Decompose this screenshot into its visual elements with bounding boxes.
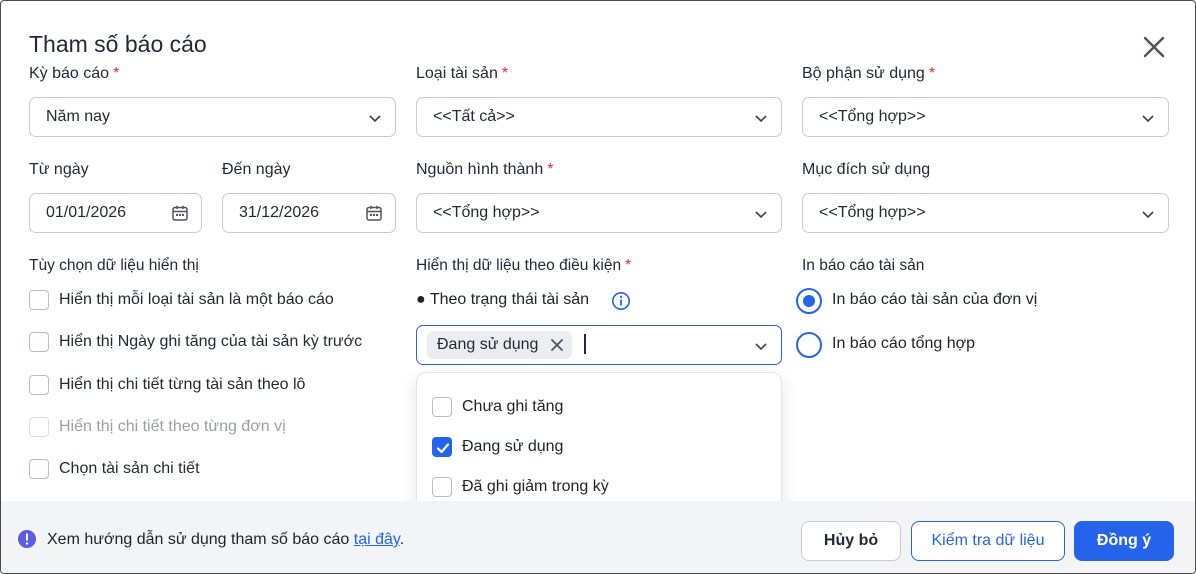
option-label: Hiển thị chi tiết theo từng đơn vị [59,418,286,435]
checkbox[interactable] [29,290,49,310]
calendar-icon[interactable] [365,204,383,222]
purpose-label: Mục đích sử dụng [802,161,931,178]
status-dropdown: Chưa ghi tăng Đang sử dụng Đã ghi giảm t… [416,372,782,522]
radio-button[interactable] [796,332,822,358]
status-condition-label: ● Theo trạng thái tài sản [416,291,590,308]
help-info-icon [18,530,36,548]
chip-label: Đang sử dụng [437,336,539,353]
checkbox[interactable] [29,459,49,479]
option-label: Đang sử dụng [462,438,564,455]
checkbox[interactable] [29,375,49,395]
department-label: Bộ phận sử dụng * [802,65,936,82]
ok-button[interactable]: Đồng ý [1074,521,1174,561]
period-select[interactable]: Năm nay [29,97,396,137]
period-label: Kỳ báo cáo * [29,65,120,82]
option-label: Chưa ghi tăng [462,398,564,415]
radio-button[interactable] [796,288,822,314]
dialog-title: Tham số báo cáo [29,31,207,57]
option-label: Hiển thị chi tiết từng tài sản theo lô [59,376,306,393]
check-data-button[interactable]: Kiểm tra dữ liệu [911,521,1065,561]
department-select[interactable]: <<Tổng hợp>> [802,97,1169,137]
chevron-down-icon [755,211,767,219]
option-label: Hiển thị mỗi loại tài sản là một báo cáo [59,291,334,308]
checkbox[interactable] [29,332,49,352]
check-icon [436,443,450,454]
chevron-down-icon [755,115,767,123]
to-date-field[interactable]: 31/12/2026 [222,193,396,233]
checkbox [29,417,49,437]
purpose-select[interactable]: <<Tổng hợp>> [802,193,1169,233]
status-multiselect[interactable]: Đang sử dụng [416,325,782,365]
chevron-down-icon[interactable] [753,338,769,354]
selected-chip: Đang sử dụng [427,331,573,359]
calendar-icon[interactable] [171,204,189,222]
source-label: Nguồn hình thành * [416,161,554,178]
report-params-dialog: Tham số báo cáo Kỳ báo cáo * Năm nay Loại… [0,0,1196,574]
print-label: In báo cáo tài sản [802,257,925,274]
radio-label: In báo cáo tài sản của đơn vị [832,291,1038,308]
info-icon[interactable] [611,291,631,311]
checkbox[interactable] [432,397,452,417]
option-label: Đã ghi giảm trong kỳ [462,478,609,495]
purpose-value: <<Tổng hợp>> [819,204,926,221]
dialog-footer: Xem hướng dẫn sử dụng tham số báo cáo tạ… [1,501,1195,573]
condition-label: Hiển thị dữ liệu theo điều kiện * [416,257,632,274]
source-value: <<Tổng hợp>> [433,204,540,221]
radio-label: In báo cáo tổng hợp [832,335,976,352]
remove-chip-icon[interactable] [550,338,564,352]
cancel-button[interactable]: Hủy bỏ [801,521,901,561]
asset-type-label: Loại tài sản * [416,65,509,82]
asset-type-select[interactable]: <<Tất cả>> [416,97,782,137]
text-caret [584,334,586,354]
option-label: Chọn tài sản chi tiết [59,460,200,477]
chevron-down-icon [1142,211,1154,219]
asset-type-value: <<Tất cả>> [433,108,515,125]
checkbox[interactable] [432,477,452,497]
source-select[interactable]: <<Tổng hợp>> [416,193,782,233]
from-date-value: 01/01/2026 [46,204,127,221]
to-date-value: 31/12/2026 [239,204,320,221]
option-label: Hiển thị Ngày ghi tăng của tài sản kỳ tr… [59,333,363,350]
checkbox-checked[interactable] [432,437,452,457]
help-link[interactable]: tại đây [354,531,400,548]
display-options-label: Tùy chọn dữ liệu hiển thị [29,257,199,274]
close-icon[interactable] [1141,34,1167,60]
to-date-label: Đến ngày [222,161,291,178]
from-date-label: Từ ngày [29,161,89,178]
chevron-down-icon [1142,115,1154,123]
from-date-field[interactable]: 01/01/2026 [29,193,202,233]
period-value: Năm nay [46,108,111,125]
chevron-down-icon [369,115,381,123]
help-text: Xem hướng dẫn sử dụng tham số báo cáo tạ… [47,531,405,548]
department-value: <<Tổng hợp>> [819,108,926,125]
